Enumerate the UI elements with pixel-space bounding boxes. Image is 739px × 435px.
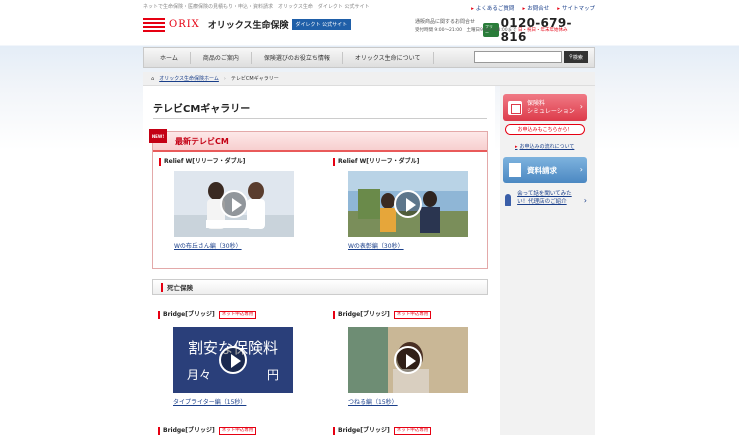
cm-caption-link[interactable]: Wの布丘さん編（30秒） xyxy=(174,241,242,250)
business-hours: 受付時間 9:00～21:00 土曜日9:00～18:00まで 日・祝日・年末年… xyxy=(415,28,568,33)
cm-item: Bridge[ブリッジ] ネット申込専用 xyxy=(158,427,308,435)
latest-cm-box: NEW! 最新テレビCM Relief W[リリーフ・ダブル] Wの布丘さん編（… xyxy=(149,129,488,269)
orix-logo-mark xyxy=(143,16,165,32)
cm-item: Bridge[ブリッジ] ネット申込専用 xyxy=(333,427,483,435)
new-tag: NEW! xyxy=(149,129,167,143)
contact-link[interactable]: お問合せ xyxy=(522,4,549,12)
search-input[interactable] xyxy=(474,51,562,63)
cm-item: Relief W[リリーフ・ダブル] Wの布丘さん編（30秒） xyxy=(159,158,309,263)
chevron-right-icon: › xyxy=(579,165,583,174)
net-only-badge: ネット申込専用 xyxy=(218,427,257,435)
cm-item: Bridge[ブリッジ] ネット申込専用 つねる編（15秒） xyxy=(333,311,483,411)
brand-name: オリックス生命保険 xyxy=(207,20,289,31)
sitemap-link[interactable]: サイトマップ xyxy=(557,4,595,12)
play-icon xyxy=(394,190,422,218)
breadcrumb-separator: › xyxy=(223,75,226,82)
breadcrumb: ⌂ オリックス生命保険ホーム › テレビCMギャラリー xyxy=(143,72,595,86)
play-icon xyxy=(219,346,247,374)
cm-product-label: Bridge[ブリッジ] ネット申込専用 xyxy=(158,427,308,435)
net-only-badge: ネット申込専用 xyxy=(393,427,432,435)
faq-link[interactable]: よくあるご質問 xyxy=(471,4,515,12)
side-column: 保険料シミュレーション › お申込みもこちらから！ お申込みの流れについて 資料… xyxy=(500,86,595,435)
site-logo[interactable]: ORIX オリックス生命保険 ダイレクト 公式サイト xyxy=(143,16,352,32)
agent-intro-link[interactable]: 会って話を聞いてみたい！代理店のご紹介 › xyxy=(505,190,587,206)
latest-cm-header: NEW! 最新テレビCM xyxy=(149,129,487,152)
search-box: ⚲ 検索 xyxy=(474,51,588,63)
nav-info[interactable]: 保険選びのお役立ち情報 xyxy=(252,51,343,64)
cm-thumbnail[interactable]: 割安な保険料 月々 円 xyxy=(173,327,293,393)
thumb-text-line3: 円 xyxy=(267,368,279,382)
chevron-right-icon: › xyxy=(579,102,583,111)
cm-caption-link[interactable]: つねる編（15秒） xyxy=(348,397,398,406)
site-tagline: ネットで生命保険・医療保険の見積もり・申込・資料請求 オリックス生命 ダイレクト… xyxy=(143,4,370,10)
application-flow-link[interactable]: お申込みの流れについて xyxy=(515,143,575,150)
document-icon xyxy=(509,163,521,177)
title-divider xyxy=(153,118,487,119)
nav-home[interactable]: ホーム xyxy=(144,51,191,64)
sim-label-line2: シミュレーション xyxy=(527,107,575,115)
agent-intro-text: 会って話を聞いてみたい！代理店のご紹介 xyxy=(517,191,572,205)
death-insurance-header: 死亡保険 xyxy=(152,279,488,295)
page-wrapper: ネットで生命保険・医療保険の見積もり・申込・資料請求 オリックス生命 ダイレクト… xyxy=(143,0,595,435)
nav-products[interactable]: 商品のご案内 xyxy=(191,51,252,64)
cm-thumbnail[interactable] xyxy=(348,327,468,393)
home-icon: ⌂ xyxy=(151,75,155,82)
cm-product-label: Relief W[リリーフ・ダブル] xyxy=(333,158,483,166)
person-icon xyxy=(505,194,512,206)
net-only-badge: ネット申込専用 xyxy=(218,311,257,319)
orix-logo-text: ORIX xyxy=(169,18,200,30)
search-button[interactable]: ⚲ 検索 xyxy=(564,51,588,63)
premium-simulation-button[interactable]: 保険料 シミュレーション › xyxy=(503,94,587,121)
cm-caption-link[interactable]: タイプライター編（15秒） xyxy=(173,397,246,406)
cm-product-label: Relief W[リリーフ・ダブル] xyxy=(159,158,309,166)
breadcrumb-home[interactable]: オリックス生命保険ホーム xyxy=(159,75,219,82)
closed-days: 日・祝日・年末年始休み xyxy=(518,28,568,33)
cm-item: Relief W[リリーフ・ダブル] Wの表彰編（30秒） xyxy=(333,158,483,263)
direct-badge: ダイレクト 公式サイト xyxy=(291,18,352,30)
document-request-button[interactable]: 資料請求 › xyxy=(503,157,587,183)
apply-here-badge[interactable]: お申込みもこちらから！ xyxy=(505,124,585,135)
cm-product-label: Bridge[ブリッジ] ネット申込専用 xyxy=(333,311,483,319)
cm-caption-link[interactable]: Wの表彰編（30秒） xyxy=(348,241,404,250)
main-content: テレビCMギャラリー NEW! 最新テレビCM Relief W[リリーフ・ダブ… xyxy=(143,86,495,435)
cm-product-label: Bridge[ブリッジ] ネット申込専用 xyxy=(333,427,483,435)
latest-cm-title: 最新テレビCM xyxy=(175,136,229,146)
breadcrumb-current: テレビCMギャラリー xyxy=(230,76,279,82)
play-icon xyxy=(394,346,422,374)
play-icon xyxy=(220,190,248,218)
cm-thumbnail[interactable] xyxy=(348,171,468,237)
sim-label-line1: 保険料 xyxy=(527,99,546,107)
cm-item: Bridge[ブリッジ] ネット申込専用 割安な保険料 月々 円 タイプライター編… xyxy=(158,311,308,411)
page-title: テレビCMギャラリー xyxy=(153,104,251,115)
thumb-text-line2: 月々 xyxy=(187,368,211,382)
utility-links: よくあるご質問 お問合せ サイトマップ xyxy=(471,4,595,12)
nav-about[interactable]: オリックス生命について xyxy=(343,51,434,64)
cm-thumbnail[interactable] xyxy=(174,171,294,237)
global-nav: ホーム 商品のご案内 保険選びのお役立ち情報 オリックス生命について ⚲ 検索 xyxy=(143,47,595,68)
contact-label: 通販商品に関するお問合せ xyxy=(415,19,476,25)
cm-product-label: Bridge[ブリッジ] ネット申込専用 xyxy=(158,311,308,319)
document-request-label: 資料請求 xyxy=(527,165,557,175)
net-only-badge: ネット申込専用 xyxy=(393,311,432,319)
calculator-icon xyxy=(508,100,522,115)
chevron-right-icon: › xyxy=(583,196,587,205)
